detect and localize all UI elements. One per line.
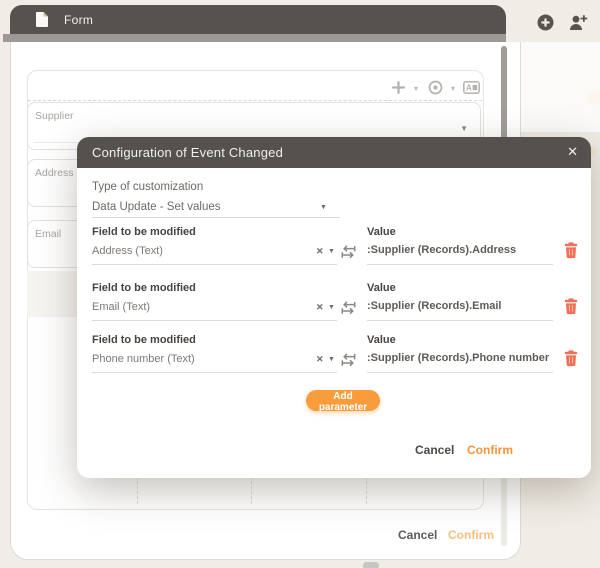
field-to-modify-label: Field to be modified	[92, 334, 196, 346]
tab-title: Form	[64, 13, 93, 27]
field-select[interactable]: Email (Text)	[92, 301, 150, 313]
value-input[interactable]: :Supplier (Records).Email	[367, 300, 501, 312]
field-select[interactable]: Address (Text)	[92, 245, 163, 257]
chevron-down-icon[interactable]: ▼	[320, 204, 327, 211]
canvas-divider	[28, 100, 482, 101]
trash-icon[interactable]	[564, 350, 578, 372]
dialog-title: Configuration of Event Changed	[92, 145, 283, 160]
select-underline	[92, 372, 337, 373]
clear-icon[interactable]: ✕	[316, 302, 324, 313]
parameter-row: Field to be modified Email (Text) ✕ ▼ Va…	[77, 282, 591, 326]
add-parameter-button[interactable]: Add parameter	[306, 390, 380, 411]
value-label: Value	[367, 282, 396, 294]
confirm-button[interactable]: Confirm	[467, 443, 513, 457]
value-underline	[367, 320, 553, 321]
value-label: Value	[367, 226, 396, 238]
swap-arrows-icon[interactable]	[341, 245, 356, 264]
trash-icon[interactable]	[564, 242, 578, 264]
event-config-dialog: Configuration of Event Changed ✕ Type of…	[77, 137, 591, 478]
page-confirm-button[interactable]: Confirm	[448, 528, 494, 542]
field-to-modify-label: Field to be modified	[92, 226, 196, 238]
field-to-modify-label: Field to be modified	[92, 282, 196, 294]
background-element	[363, 562, 379, 568]
add-field-icon[interactable]	[392, 81, 405, 99]
clear-icon[interactable]: ✕	[316, 246, 324, 257]
close-icon[interactable]: ✕	[567, 144, 578, 160]
customization-type-select[interactable]: Data Update - Set values	[92, 201, 221, 213]
value-underline	[367, 372, 553, 373]
clear-icon[interactable]: ✕	[316, 354, 324, 365]
select-underline	[92, 320, 337, 321]
page-cancel-button[interactable]: Cancel	[398, 528, 437, 542]
background-card	[518, 42, 600, 132]
tabbar-shadow-strip	[3, 34, 506, 42]
dialog-header: Configuration of Event Changed ✕	[77, 137, 591, 168]
type-of-customization-label: Type of customization	[92, 181, 203, 193]
field-label: Address	[35, 167, 74, 179]
value-label: Value	[367, 334, 396, 346]
field-label: Supplier	[35, 110, 74, 122]
field-label: Email	[35, 228, 61, 240]
add-circle-icon[interactable]	[537, 14, 554, 36]
chevron-down-icon[interactable]: ▼	[328, 304, 335, 311]
chevron-down-icon[interactable]: ▼	[460, 124, 468, 133]
preview-icon[interactable]	[428, 80, 443, 100]
chevron-down-icon[interactable]: ▼	[328, 356, 335, 363]
chevron-down-icon[interactable]: ▾	[414, 84, 418, 93]
svg-text:A: A	[466, 84, 472, 93]
value-input[interactable]: :Supplier (Records).Phone number	[367, 352, 549, 364]
form-tab[interactable]: Form	[10, 5, 506, 34]
document-icon	[36, 12, 48, 32]
value-input[interactable]: :Supplier (Records).Address	[367, 244, 516, 256]
select-underline	[92, 217, 340, 218]
cancel-button[interactable]: Cancel	[415, 443, 454, 457]
value-underline	[367, 264, 553, 265]
select-underline	[92, 264, 337, 265]
swap-arrows-icon[interactable]	[341, 301, 356, 320]
chevron-down-icon[interactable]: ▼	[328, 248, 335, 255]
rename-label-icon[interactable]: A	[463, 81, 480, 99]
swap-arrows-icon[interactable]	[341, 353, 356, 372]
parameter-row: Field to be modified Address (Text) ✕ ▼ …	[77, 226, 591, 270]
field-select[interactable]: Phone number (Text)	[92, 353, 195, 365]
chevron-down-icon[interactable]: ▾	[451, 84, 455, 93]
trash-icon[interactable]	[564, 298, 578, 320]
app-window: Form ▾ ▾	[0, 0, 600, 568]
parameter-row: Field to be modified Phone number (Text)…	[77, 334, 591, 378]
add-user-icon[interactable]	[568, 14, 588, 36]
